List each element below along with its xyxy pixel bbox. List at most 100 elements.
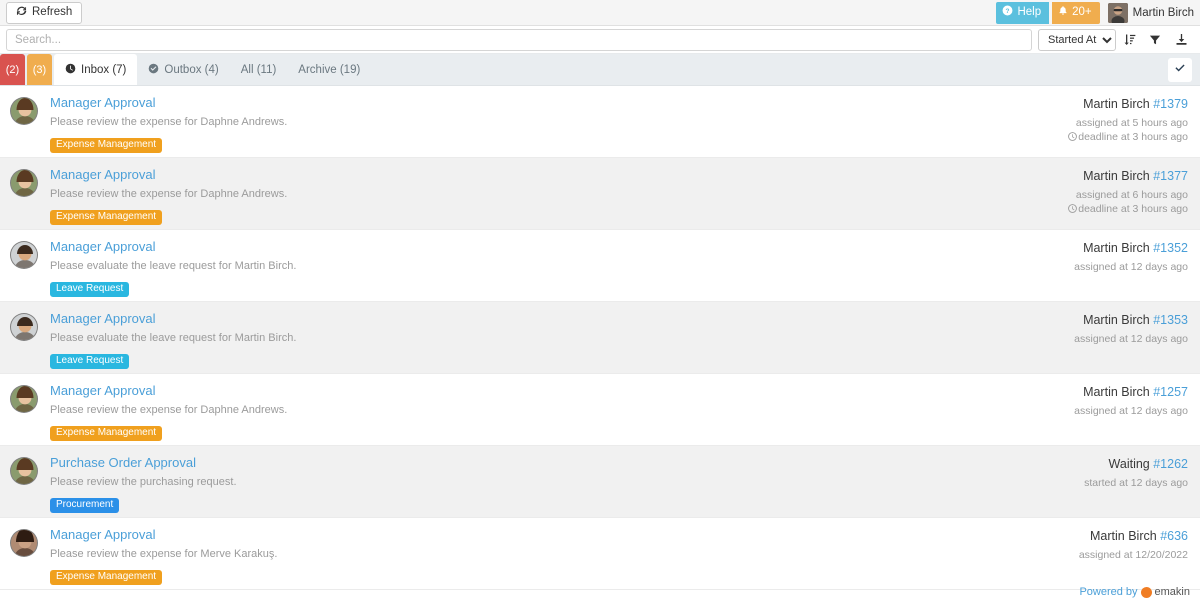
task-title[interactable]: Manager Approval [50, 167, 1068, 183]
task-avatar [10, 169, 38, 197]
task-meta: Martin Birch #1379 assigned at 5 hours ag… [1068, 95, 1188, 157]
tab-inbox-label: Inbox (7) [81, 63, 127, 76]
task-tag[interactable]: Expense Management [50, 426, 163, 441]
task-description: Please review the expense for Daphne And… [50, 404, 288, 416]
task-number[interactable]: #1353 [1153, 313, 1188, 327]
task-row[interactable]: Purchase Order Approval Please review the… [0, 446, 1200, 518]
task-assignee-name: Martin Birch [1083, 385, 1150, 399]
task-number[interactable]: #1262 [1153, 457, 1188, 471]
task-title[interactable]: Manager Approval [50, 383, 1074, 399]
task-assignee: Martin Birch #1353 [1074, 312, 1188, 328]
task-avatar [10, 385, 38, 413]
task-assignee-name: Martin Birch [1083, 313, 1150, 327]
check-icon [1174, 61, 1186, 79]
task-tag[interactable]: Expense Management [50, 210, 163, 225]
task-row[interactable]: Manager Approval Please evaluate the leav… [0, 302, 1200, 374]
task-assignee-name: Martin Birch [1083, 97, 1150, 111]
overdue-count-badge[interactable]: (2) [0, 54, 25, 85]
task-meta-deadline: deadline at 3 hours ago [1068, 130, 1188, 144]
task-title[interactable]: Purchase Order Approval [50, 455, 1084, 471]
task-meta-primary: assigned at 12/20/2022 [1078, 549, 1188, 561]
svg-text:?: ? [1006, 8, 1010, 15]
task-row[interactable]: Manager Approval Please review the expens… [0, 86, 1200, 158]
task-title[interactable]: Manager Approval [50, 311, 1074, 327]
export-button[interactable] [1168, 29, 1194, 51]
tab-outbox[interactable]: Outbox (4) [137, 54, 229, 85]
task-number[interactable]: #1377 [1153, 169, 1188, 183]
sort-field-select[interactable]: Started At [1038, 28, 1116, 51]
task-number[interactable]: #636 [1160, 529, 1188, 543]
search-input[interactable] [6, 28, 1032, 51]
powered-by[interactable]: Powered by emakin [1079, 586, 1190, 598]
help-label: Help [1017, 5, 1042, 18]
task-assignee: Martin Birch #1257 [1074, 384, 1188, 400]
tab-inbox[interactable]: Inbox (7) [54, 54, 138, 85]
task-avatar [10, 241, 38, 269]
notifications-button[interactable]: 20+ [1052, 1, 1100, 24]
clock-icon [65, 63, 76, 77]
task-row[interactable]: Manager Approval Please evaluate the leav… [0, 230, 1200, 302]
task-meta: Martin Birch #1257 assigned at 12 days ag… [1074, 383, 1188, 445]
task-meta: Martin Birch #1352 assigned at 12 days ag… [1074, 239, 1188, 301]
tab-archive-label: Archive (19) [298, 63, 361, 76]
task-number[interactable]: #1257 [1153, 385, 1188, 399]
task-avatar [10, 97, 38, 125]
avatar [1107, 2, 1128, 23]
app-root: Refresh ? Help 20+ Martin Birch Search..… [0, 0, 1200, 600]
task-meta-deadline: deadline at 3 hours ago [1068, 202, 1188, 216]
task-title[interactable]: Manager Approval [50, 239, 1074, 255]
notification-count: 20+ [1072, 5, 1092, 18]
sort-order-button[interactable] [1116, 29, 1142, 51]
task-number[interactable]: #1379 [1153, 97, 1188, 111]
task-deadline-text: deadline at 3 hours ago [1078, 131, 1188, 143]
select-all-button[interactable] [1168, 58, 1192, 82]
task-tag[interactable]: Procurement [50, 498, 120, 513]
top-bar-right: ? Help 20+ Martin Birch [996, 0, 1194, 25]
task-list: Manager Approval Please review the expens… [0, 86, 1200, 590]
task-assignee: Martin Birch #636 [1079, 528, 1188, 544]
refresh-label: Refresh [32, 5, 73, 18]
emakin-logo-icon [1140, 586, 1152, 598]
task-main: Manager Approval Please review the expens… [50, 167, 1068, 229]
search-toolbar: Started At [0, 26, 1200, 54]
task-tag[interactable]: Expense Management [50, 138, 163, 153]
task-meta: Martin Birch #1353 assigned at 12 days ag… [1074, 311, 1188, 373]
top-bar: Refresh ? Help 20+ Martin Birch [0, 0, 1200, 26]
filter-button[interactable] [1142, 29, 1168, 51]
due-soon-count-badge[interactable]: (3) [27, 54, 52, 85]
task-meta: Martin Birch #636 assigned at 12/20/2022 [1079, 527, 1188, 589]
task-tag[interactable]: Leave Request [50, 282, 130, 297]
task-number[interactable]: #1352 [1153, 241, 1188, 255]
task-assignee: Waiting #1262 [1084, 456, 1188, 472]
task-row[interactable]: Manager Approval Please review the expens… [0, 518, 1200, 590]
task-meta: Martin Birch #1377 assigned at 6 hours ag… [1068, 167, 1188, 229]
tab-archive[interactable]: Archive (19) [287, 54, 371, 85]
task-avatar [10, 457, 38, 485]
task-row[interactable]: Manager Approval Please review the expens… [0, 158, 1200, 230]
task-title[interactable]: Manager Approval [50, 527, 1079, 543]
user-name: Martin Birch [1132, 6, 1194, 19]
task-deadline-text: deadline at 3 hours ago [1078, 203, 1188, 215]
task-meta: Waiting #1262 started at 12 days ago [1084, 455, 1188, 517]
help-button[interactable]: ? Help [996, 1, 1050, 24]
task-assignee-name: Martin Birch [1083, 169, 1150, 183]
task-title[interactable]: Manager Approval [50, 95, 1068, 111]
task-meta-primary: started at 12 days ago [1084, 477, 1188, 489]
refresh-button[interactable]: Refresh [6, 1, 83, 24]
tab-all-label: All (11) [240, 63, 277, 76]
check-circle-icon [148, 63, 159, 77]
tab-all[interactable]: All (11) [230, 54, 288, 85]
task-meta-primary: assigned at 12 days ago [1074, 405, 1188, 417]
task-assignee-name: Waiting [1108, 457, 1150, 471]
task-meta-primary: assigned at 12 days ago [1074, 261, 1188, 273]
task-row[interactable]: Manager Approval Please review the expens… [0, 374, 1200, 446]
task-tag[interactable]: Leave Request [50, 354, 130, 369]
task-assignee: Martin Birch #1377 [1068, 168, 1188, 184]
tab-bar: (2) (3) Inbox (7) Outbox (4) All (11) Ar… [0, 54, 1200, 86]
task-tag[interactable]: Expense Management [50, 570, 163, 585]
powered-by-label: Powered by [1079, 586, 1138, 598]
task-meta-primary: assigned at 12 days ago [1074, 333, 1188, 345]
user-menu[interactable]: Martin Birch [1107, 2, 1194, 23]
emakin-brand: emakin [1154, 586, 1190, 598]
task-avatar [10, 313, 38, 341]
